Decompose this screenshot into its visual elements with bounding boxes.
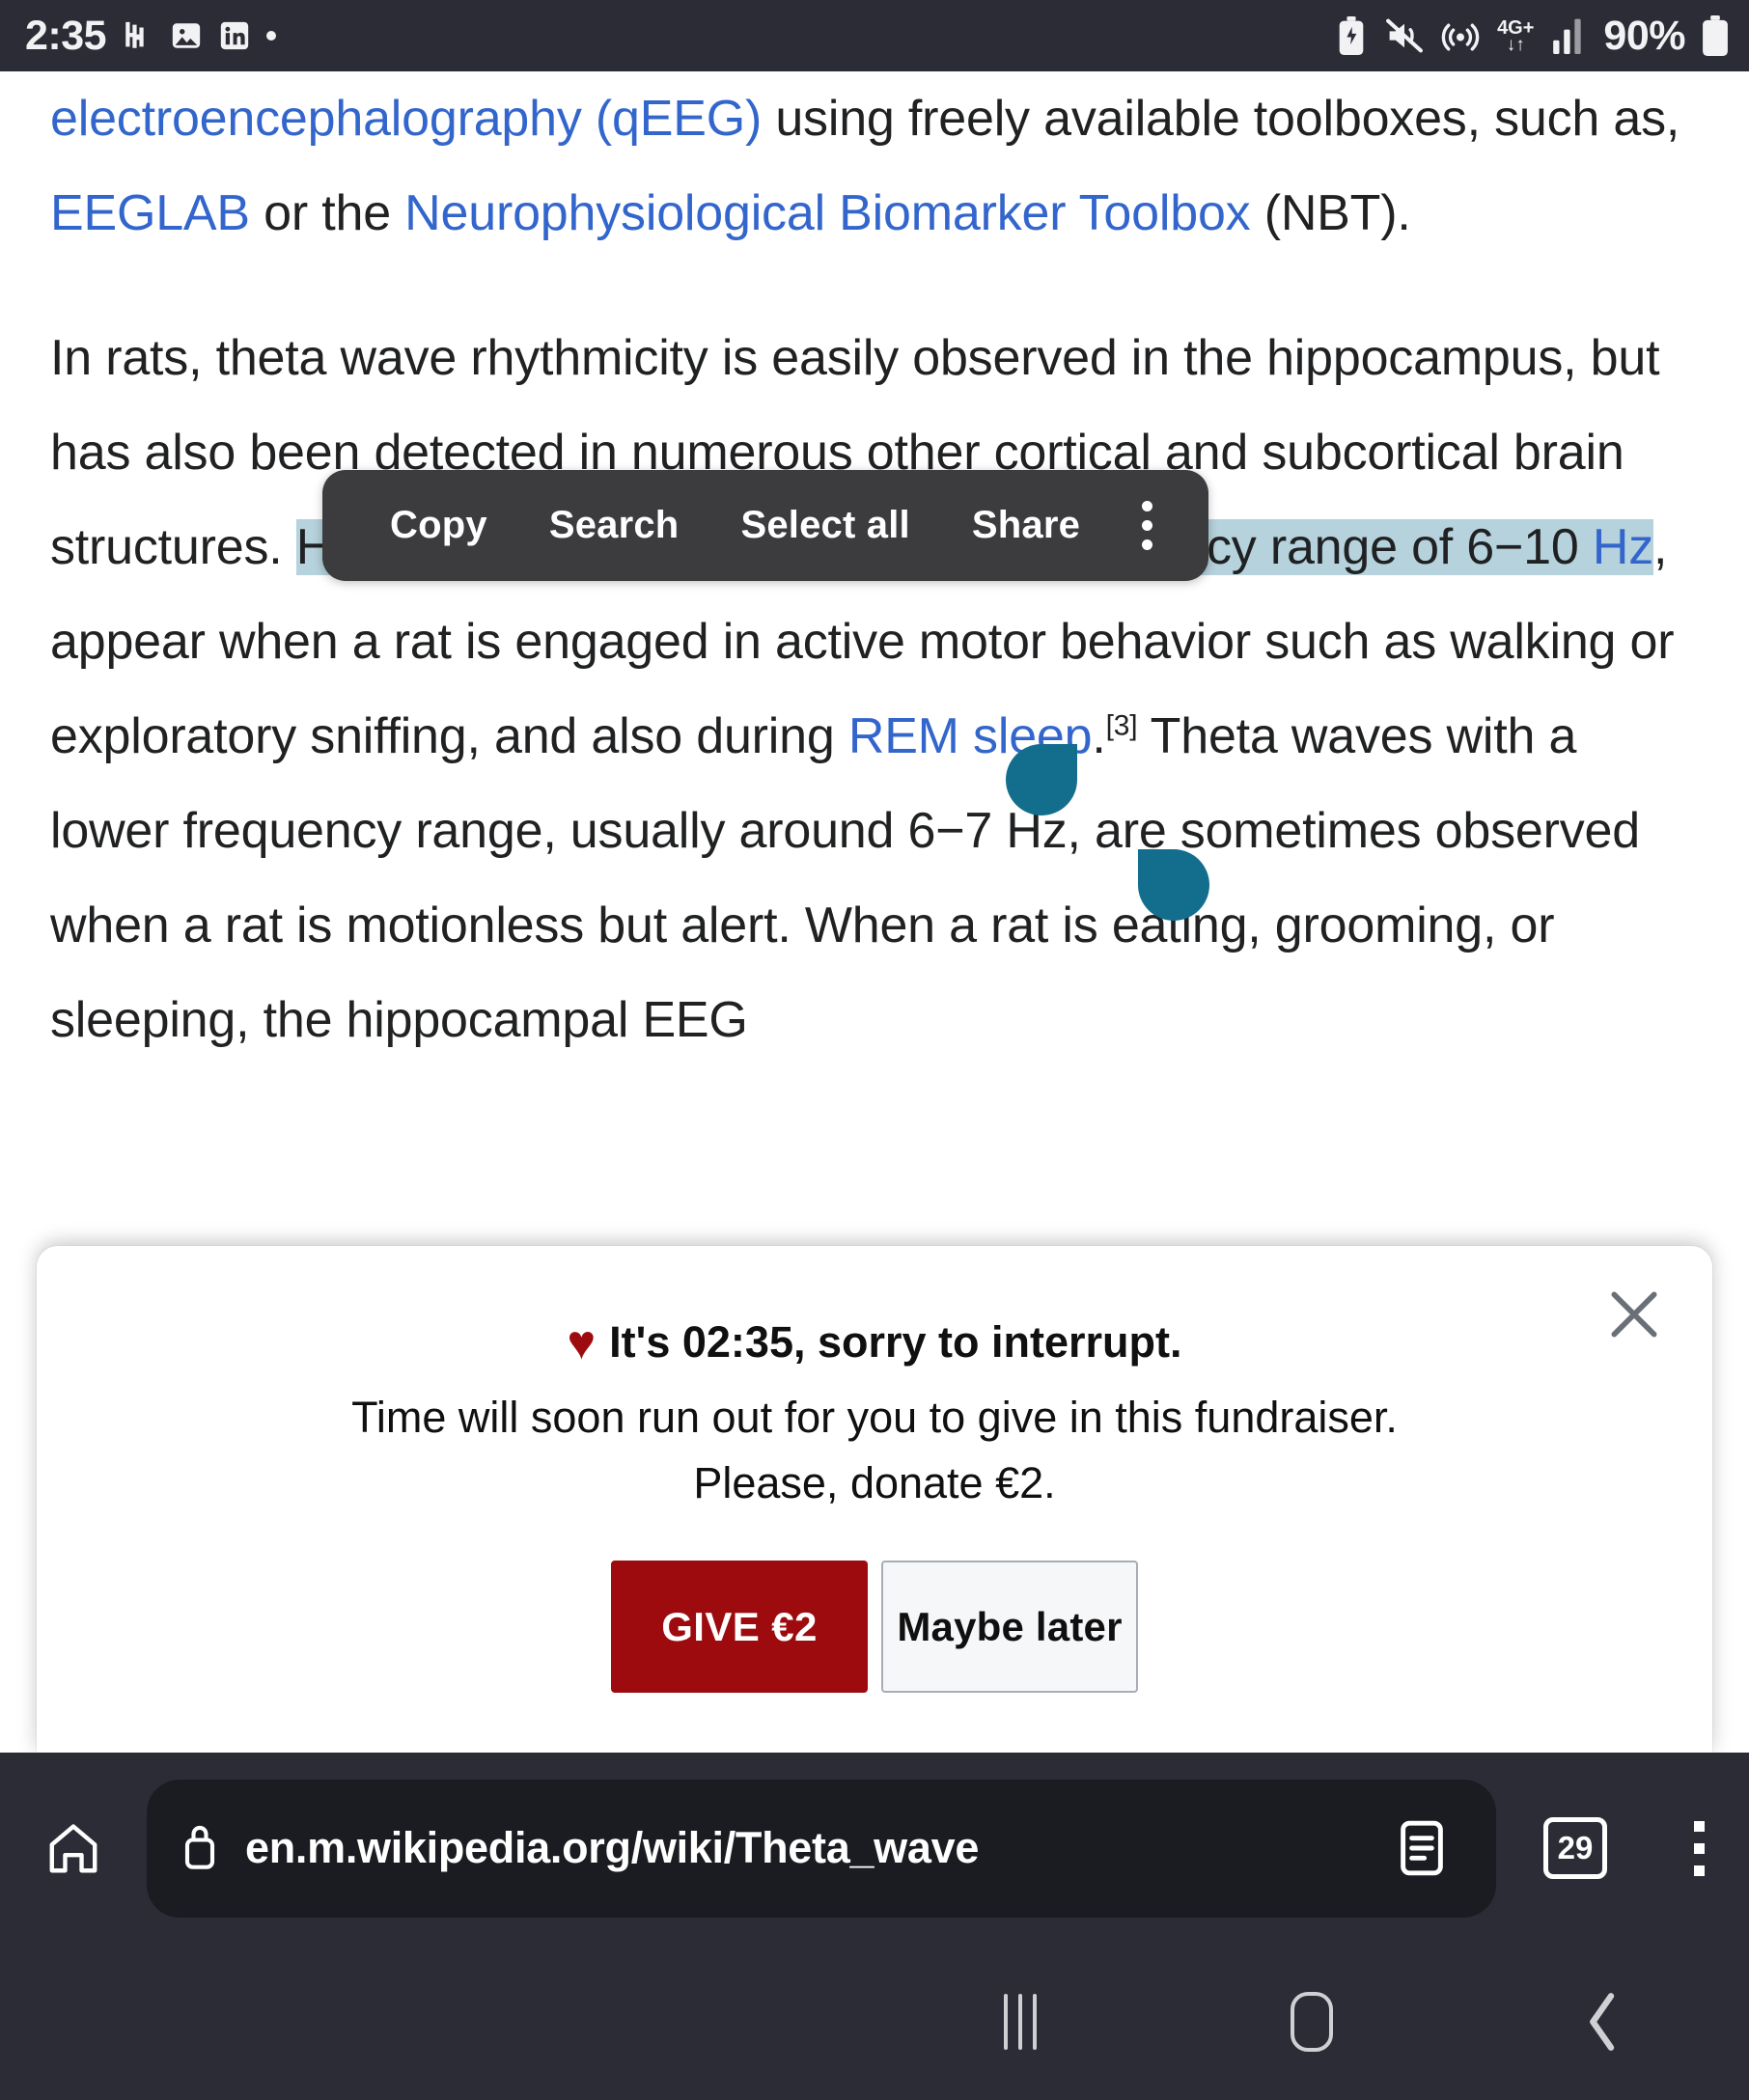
text-selection-context-menu: Copy Search Select all Share — [322, 470, 1209, 581]
home-icon[interactable] — [0, 1818, 147, 1878]
banner-body-line-1: Time will soon run out for you to give i… — [351, 1393, 1398, 1442]
signal-icon — [1551, 17, 1586, 54]
hotspot-icon — [1441, 16, 1480, 55]
status-bar: 2:35 4G+ ↓↑ 90% — [0, 0, 1749, 71]
give-button[interactable]: GIVE €2 — [611, 1561, 868, 1693]
paragraph-1-text-2: or the — [249, 185, 405, 241]
selection-start-handle[interactable] — [1006, 744, 1077, 815]
android-navigation-bar — [0, 1944, 1749, 2100]
banner-buttons: GIVE €2 Maybe later — [37, 1561, 1712, 1693]
status-bar-clock: 2:35 — [25, 12, 107, 59]
paragraph-2-text-3: . — [1092, 708, 1106, 764]
photo-icon — [170, 19, 203, 52]
browser-bottom-bar: en.m.wikipedia.org/wiki/Theta_wave 29 — [0, 1753, 1749, 1944]
link-eeglab[interactable]: EEGLAB — [50, 185, 250, 241]
link-qeeg[interactable]: electroencephalography (qEEG) — [50, 91, 762, 147]
fundraiser-banner: ♥ It's 02:35, sorry to interrupt. Time w… — [37, 1246, 1712, 1753]
kebab-menu-icon[interactable] — [1111, 501, 1176, 550]
recents-icon[interactable] — [874, 1944, 1166, 2100]
battery-saver-icon — [1335, 16, 1368, 55]
battery-icon — [1703, 15, 1728, 56]
dot-icon — [266, 31, 277, 41]
tab-switcher-button[interactable]: 29 — [1502, 1817, 1649, 1879]
citation-ref-3[interactable]: [3] — [1106, 710, 1138, 742]
banner-body: Time will soon run out for you to give i… — [37, 1385, 1712, 1516]
status-bar-right: 4G+ ↓↑ 90% — [1335, 13, 1728, 60]
phone-screen: 2:35 4G+ ↓↑ 90% electroencephalography (… — [0, 0, 1749, 2100]
close-icon[interactable] — [1596, 1277, 1672, 1352]
paragraph-1-text-1: using freely available toolboxes, such a… — [762, 91, 1680, 147]
banner-headline-row: ♥ It's 02:35, sorry to interrupt. — [37, 1317, 1712, 1368]
banner-headline: It's 02:35, sorry to interrupt. — [609, 1317, 1182, 1367]
status-bar-left: 2:35 — [25, 12, 277, 59]
browser-menu-icon[interactable] — [1649, 1820, 1749, 1876]
back-icon[interactable] — [1458, 1944, 1749, 2100]
battery-percent: 90% — [1603, 12, 1685, 59]
linkedin-icon — [218, 19, 251, 52]
context-menu-item-share[interactable]: Share — [941, 504, 1111, 547]
hackernews-icon — [122, 19, 154, 52]
maybe-later-button[interactable]: Maybe later — [881, 1561, 1138, 1693]
tab-count-badge: 29 — [1543, 1817, 1607, 1879]
article-paragraph-2: In rats, theta wave rhythmicity is easil… — [50, 311, 1699, 1067]
selected-link-hz[interactable]: Hz — [1592, 519, 1653, 575]
context-menu-item-copy[interactable]: Copy — [359, 504, 518, 547]
lock-icon — [180, 1821, 220, 1876]
article-paragraph-1: electroencephalography (qEEG) using free… — [50, 71, 1699, 261]
context-menu-item-search[interactable]: Search — [518, 504, 710, 547]
link-nbt[interactable]: Neurophysiological Biomarker Toolbox — [404, 185, 1250, 241]
paragraph-1-text-3: (NBT). — [1250, 185, 1411, 241]
heart-icon: ♥ — [567, 1315, 597, 1369]
context-menu-item-select-all[interactable]: Select all — [709, 504, 940, 547]
home-icon[interactable] — [1166, 1944, 1458, 2100]
reader-mode-icon[interactable] — [1380, 1818, 1463, 1878]
url-bar[interactable]: en.m.wikipedia.org/wiki/Theta_wave — [147, 1779, 1496, 1918]
network-4gplus-icon: 4G+ ↓↑ — [1497, 16, 1535, 55]
banner-body-line-2: Please, donate €2. — [693, 1458, 1056, 1507]
url-text: en.m.wikipedia.org/wiki/Theta_wave — [245, 1823, 980, 1872]
selection-end-handle[interactable] — [1138, 849, 1209, 921]
mute-icon — [1385, 17, 1424, 54]
